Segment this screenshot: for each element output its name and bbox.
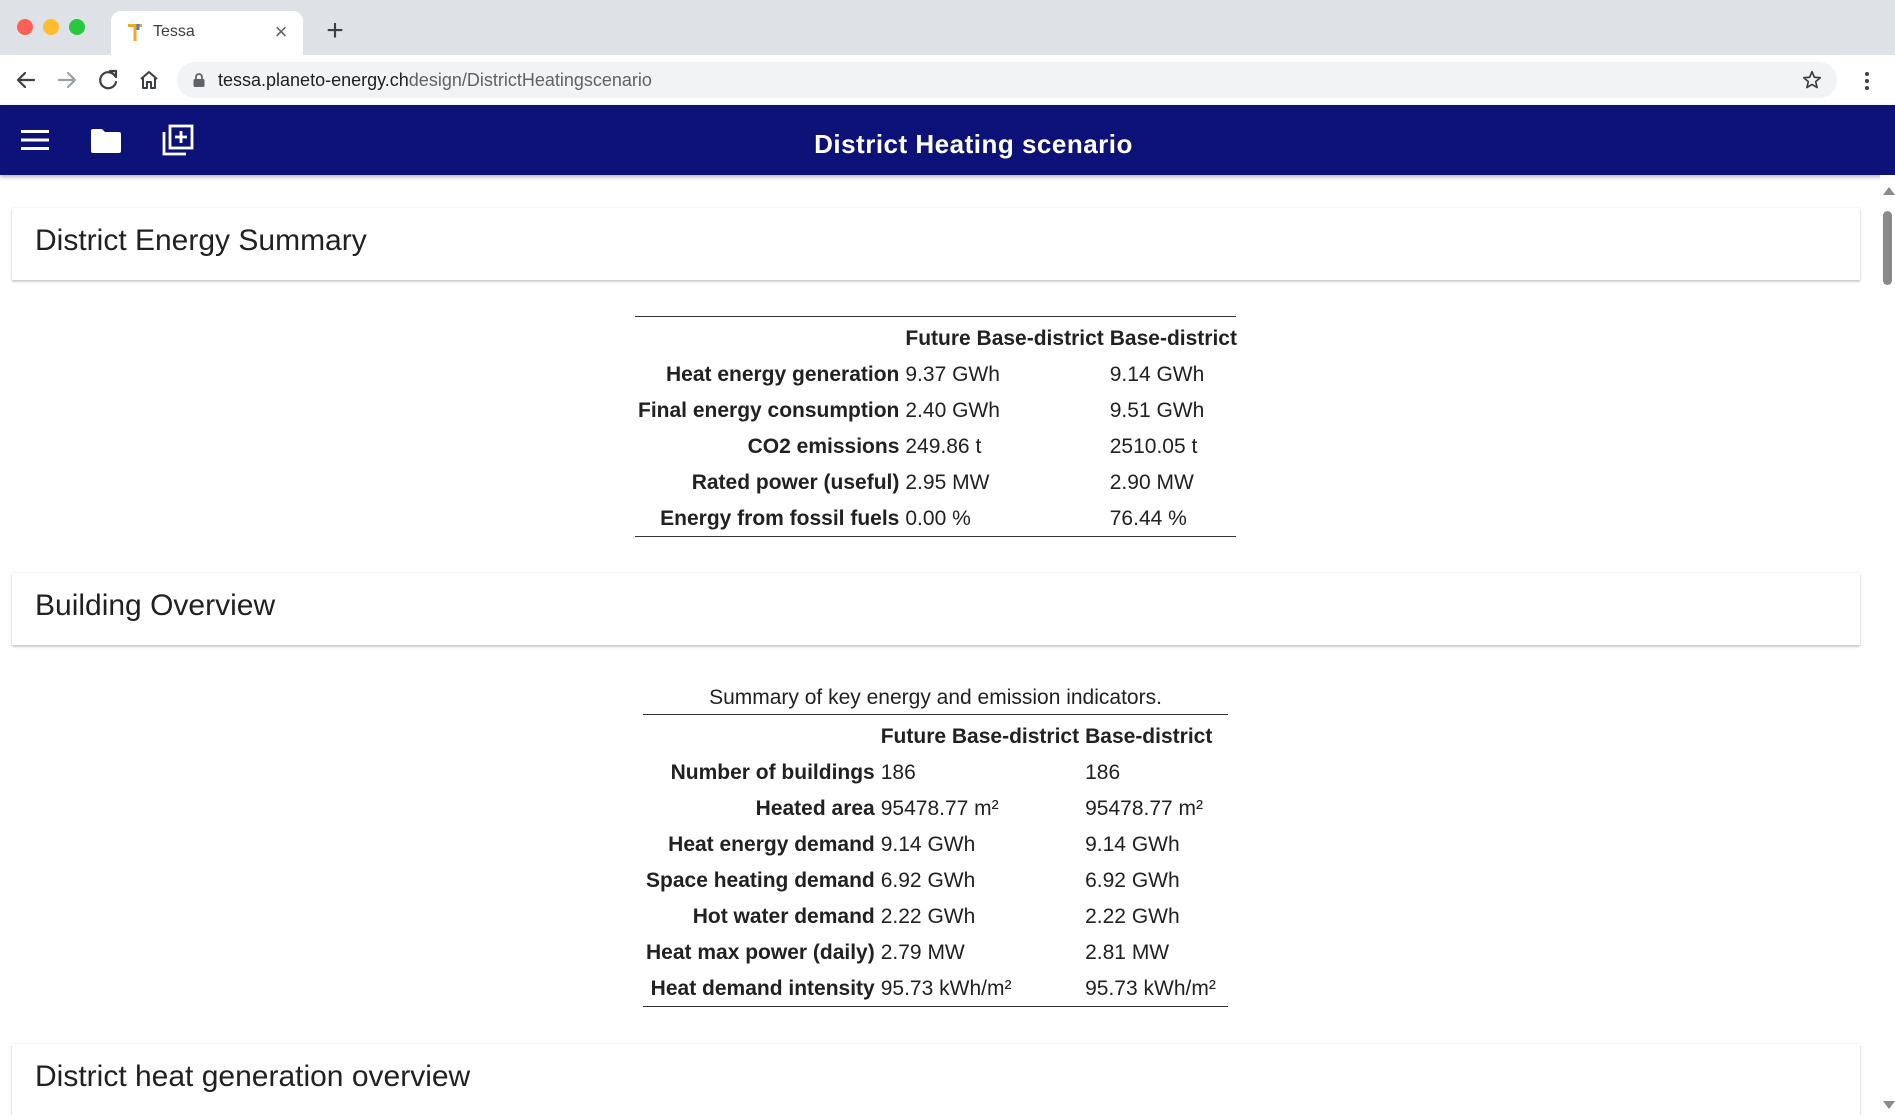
table-row: Number of buildings 186 186: [643, 755, 1219, 791]
url-host: tessa.planeto-energy.ch: [218, 70, 409, 90]
scroll-up-arrow-icon[interactable]: [1883, 187, 1895, 195]
base-value: 2.81 MW: [1085, 941, 1170, 964]
table-row: Heat energy demand 9.14 GWh 9.14 GWh: [643, 827, 1219, 863]
table-row: Heated area 95478.77 m² 95478.77 m²: [643, 791, 1219, 827]
future-value: 2.40 GWh: [905, 399, 1000, 422]
future-value: 9.14 GWh: [880, 833, 976, 856]
table-caption: Summary of key energy and emission indic…: [709, 686, 1162, 709]
table-row: Hot water demand 2.22 GWh 2.22 GWh: [643, 899, 1219, 935]
forward-arrow-icon[interactable]: [52, 65, 82, 95]
row-label: Hot water demand: [692, 905, 875, 928]
back-arrow-icon[interactable]: [11, 65, 41, 95]
future-value: 2.22 GWh: [880, 905, 976, 928]
base-value: 2.90 MW: [1109, 471, 1194, 494]
row-label: Heated area: [755, 797, 875, 820]
table-row: Energy from fossil fuels 0.00 % 76.44 %: [635, 501, 1240, 537]
future-value: 9.37 GWh: [905, 363, 1000, 386]
browser-tab-strip: Tessa × +: [0, 0, 1895, 55]
table-header-row: Future Base-district Base-district: [643, 715, 1219, 755]
row-label: Energy from fossil fuels: [660, 507, 900, 530]
table-bottom-rule: [635, 536, 1236, 537]
table-row: Rated power (useful) 2.95 MW 2.90 MW: [635, 465, 1240, 501]
row-label: Heat energy generation: [665, 363, 900, 386]
url-text[interactable]: tessa.planeto-energy.chdesign/DistrictHe…: [218, 70, 652, 91]
browser-toolbar: tessa.planeto-energy.chdesign/DistrictHe…: [0, 55, 1895, 106]
section-title: Building Overview: [35, 589, 276, 622]
row-label: Heat energy demand: [668, 833, 875, 856]
heat-generation-overview-header[interactable]: District heat generation overview: [12, 1044, 1860, 1115]
column-header-future: Future Base-district: [880, 725, 1080, 748]
district-energy-summary-header[interactable]: District Energy Summary: [12, 208, 1860, 280]
table-row: Final energy consumption 2.40 GWh 9.51 G…: [635, 393, 1240, 429]
browser-tab-tessa[interactable]: Tessa ×: [111, 11, 303, 55]
table-row: Heat energy generation 9.37 GWh 9.14 GWh: [635, 357, 1240, 393]
row-label: Space heating demand: [646, 869, 875, 892]
window-maximize-button[interactable]: [69, 19, 85, 35]
page-scrollbar[interactable]: [1880, 175, 1895, 1115]
main-content: District Energy Summary Future Base-dist…: [0, 175, 1880, 1115]
column-header-base: Base-district: [1109, 327, 1237, 350]
base-value: 9.14 GWh: [1085, 833, 1180, 856]
new-tab-plus-icon[interactable]: +: [320, 16, 350, 46]
row-label: Final energy consumption: [638, 399, 900, 422]
future-value: 95.73 kWh/m²: [880, 977, 1012, 1000]
tessa-favicon-icon: [128, 24, 142, 41]
row-label: Rated power (useful): [691, 471, 900, 494]
reload-icon[interactable]: [93, 65, 123, 95]
scrollbar-thumb[interactable]: [1883, 211, 1892, 285]
base-value: 76.44 %: [1109, 507, 1187, 530]
row-label: Number of buildings: [670, 761, 875, 784]
future-value: 6.92 GWh: [880, 869, 976, 892]
column-header-future: Future Base-district: [905, 327, 1104, 350]
column-header-base: Base-district: [1085, 725, 1213, 748]
table-row: Heat max power (daily) 2.79 MW 2.81 MW: [643, 935, 1219, 971]
bookmark-star-icon[interactable]: [1801, 69, 1823, 91]
hamburger-menu-icon[interactable]: [18, 123, 52, 157]
building-overview-header[interactable]: Building Overview: [12, 573, 1860, 645]
future-value: 186: [880, 761, 916, 784]
future-value: 0.00 %: [905, 507, 971, 530]
table-row: Heat demand intensity 95.73 kWh/m² 95.73…: [643, 971, 1219, 1007]
row-label: Heat max power (daily): [646, 941, 875, 964]
add-new-icon[interactable]: [161, 123, 195, 157]
column-header-blank: [635, 317, 902, 357]
base-value: 186: [1085, 761, 1121, 784]
future-value: 2.79 MW: [880, 941, 965, 964]
table-bottom-rule: [643, 1006, 1228, 1007]
building-overview-table: Future Base-district Base-district Numbe…: [643, 715, 1219, 1007]
row-label: Heat demand intensity: [650, 977, 875, 1000]
address-bar[interactable]: tessa.planeto-energy.chdesign/DistrictHe…: [177, 62, 1837, 98]
tab-close-icon[interactable]: ×: [267, 18, 295, 46]
page-title: District Heating scenario: [814, 129, 1133, 159]
scroll-down-arrow-icon[interactable]: [1883, 1101, 1895, 1109]
base-value: 95478.77 m²: [1085, 797, 1204, 820]
section-title: District Energy Summary: [35, 224, 367, 257]
folder-icon[interactable]: [89, 123, 123, 157]
energy-summary-table: Future Base-district Base-district Heat …: [635, 317, 1240, 537]
table-row: CO2 emissions 249.86 t 2510.05 t: [635, 429, 1240, 465]
window-close-button[interactable]: [17, 19, 33, 35]
table-row: Space heating demand 6.92 GWh 6.92 GWh: [643, 863, 1219, 899]
lock-icon: [193, 73, 205, 87]
base-value: 9.14 GWh: [1109, 363, 1205, 386]
app-header: District Heating scenario: [0, 105, 1895, 175]
base-value: 2.22 GWh: [1085, 905, 1180, 928]
base-value: 9.51 GWh: [1109, 399, 1205, 422]
tab-title: Tessa: [153, 23, 195, 40]
base-value: 6.92 GWh: [1085, 869, 1180, 892]
future-value: 249.86 t: [905, 435, 982, 458]
browser-menu-icon[interactable]: [1855, 69, 1879, 93]
column-header-blank: [643, 715, 878, 755]
future-value: 2.95 MW: [905, 471, 990, 494]
section-title: District heat generation overview: [35, 1060, 471, 1093]
home-icon[interactable]: [134, 65, 164, 95]
base-value: 95.73 kWh/m²: [1085, 977, 1216, 1000]
row-label: CO2 emissions: [747, 435, 900, 458]
url-path: design/DistrictHeatingscenario: [408, 70, 652, 90]
table-header-row: Future Base-district Base-district: [635, 317, 1240, 357]
future-value: 95478.77 m²: [880, 797, 999, 820]
window-minimize-button[interactable]: [43, 19, 59, 35]
base-value: 2510.05 t: [1109, 435, 1198, 458]
